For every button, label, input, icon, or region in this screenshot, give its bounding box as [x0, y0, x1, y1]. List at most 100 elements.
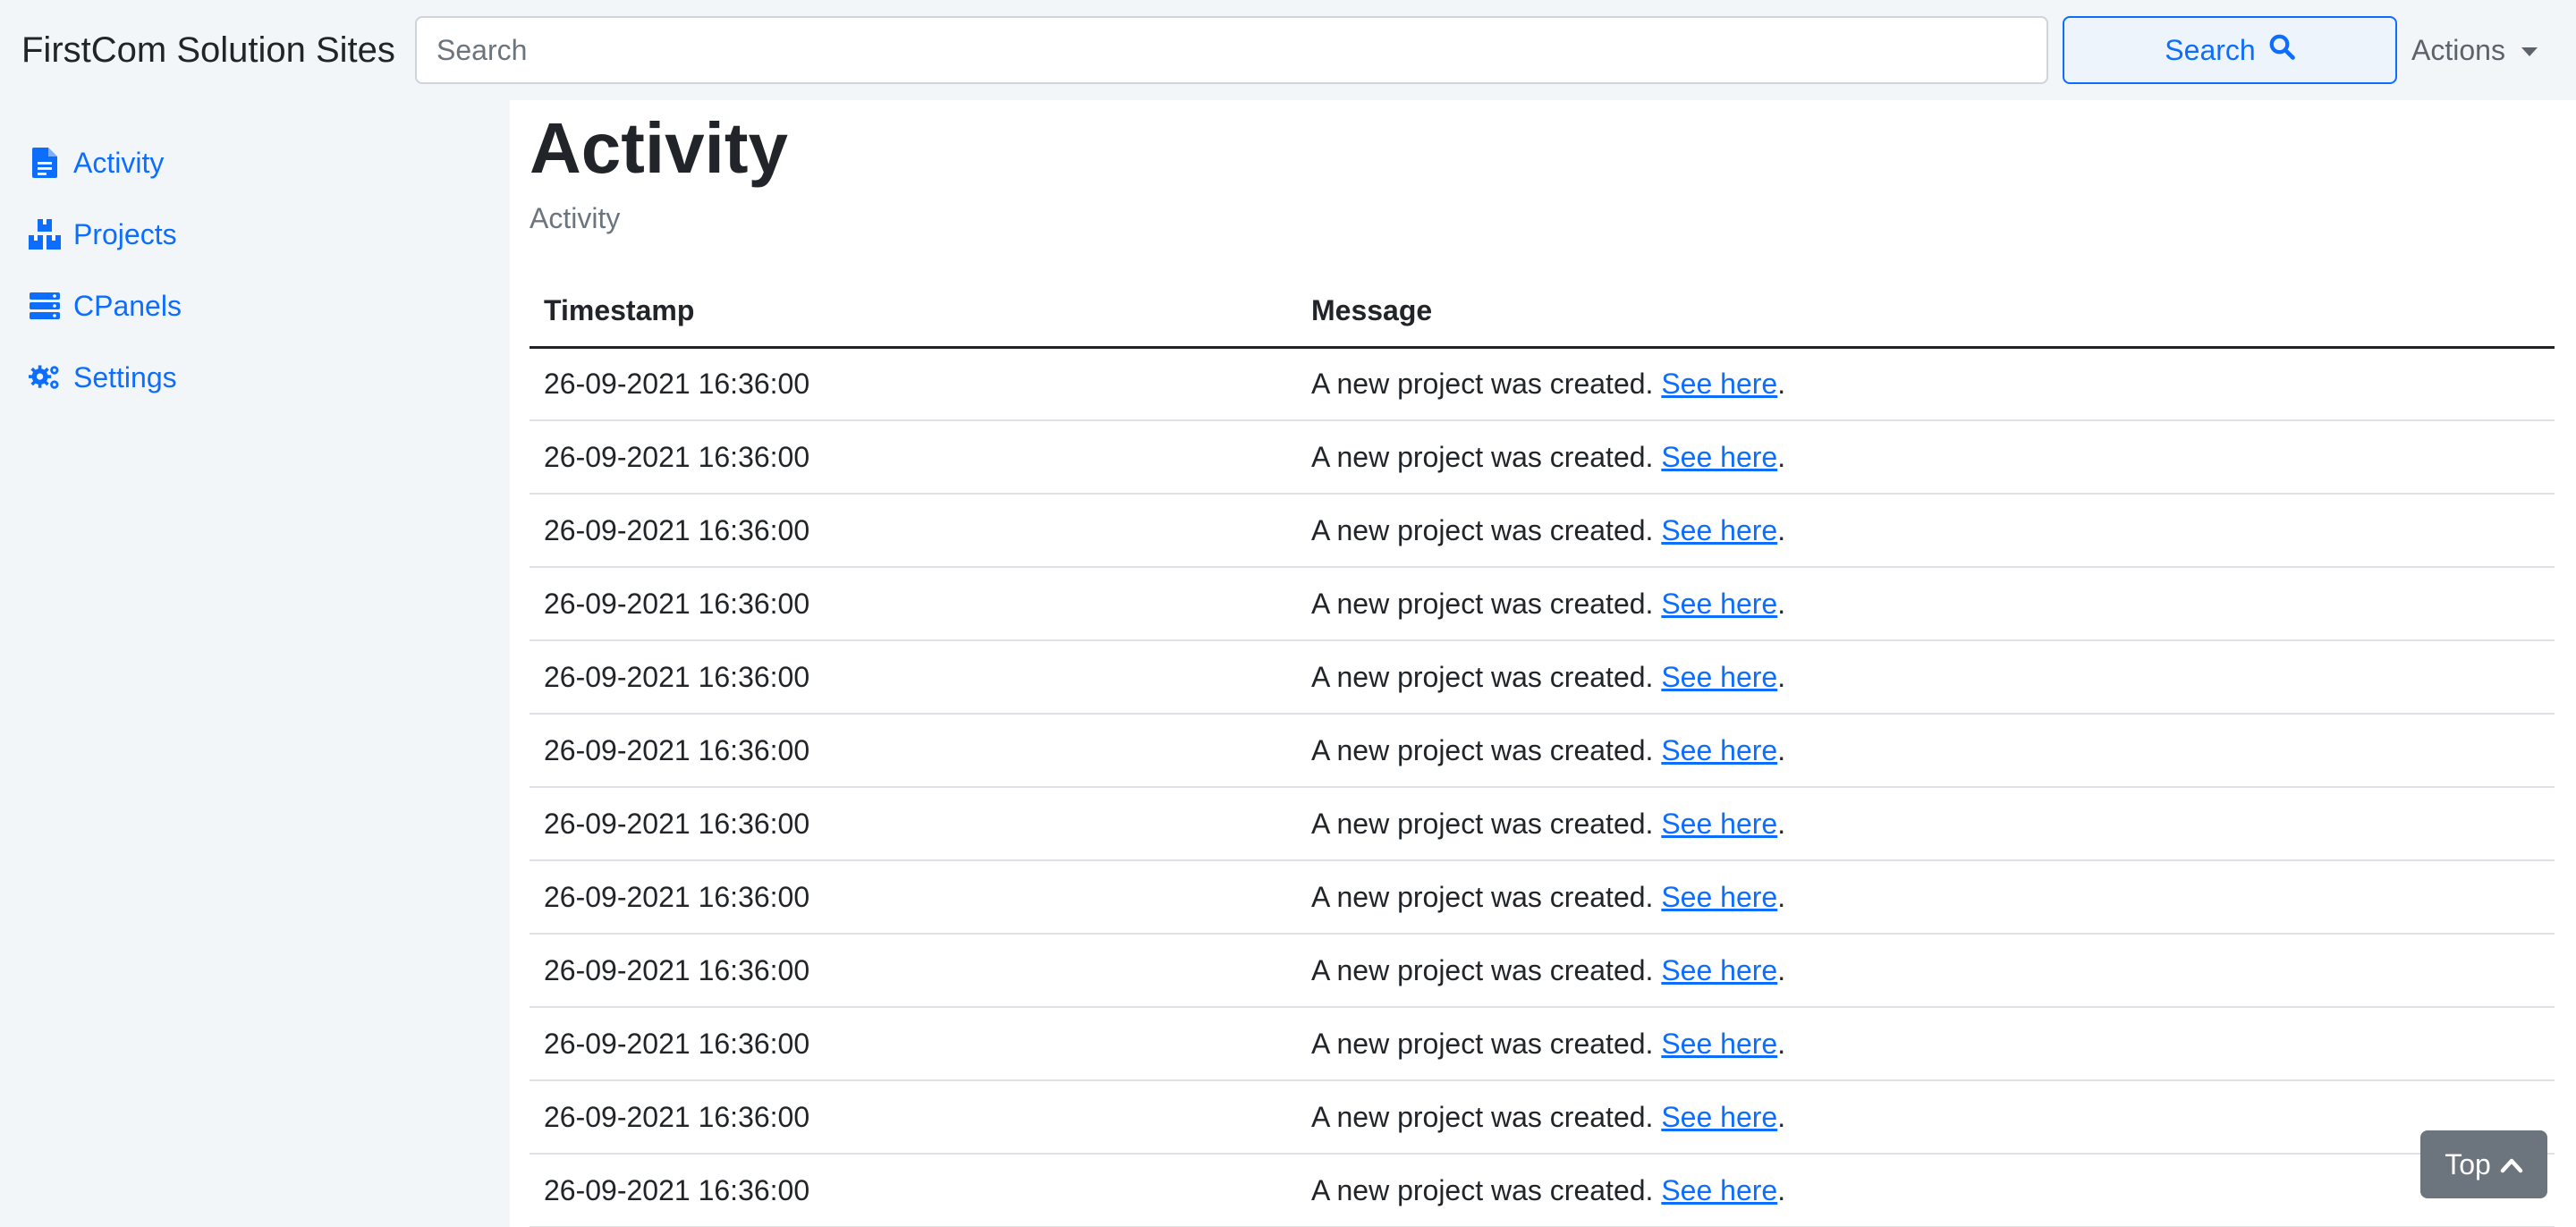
- see-here-link[interactable]: See here: [1661, 1174, 1777, 1206]
- message-cell: A new project was created. See here.: [1297, 934, 2555, 1008]
- message-text: A new project was created.: [1311, 953, 1654, 986]
- timestamp-cell: 26-09-2021 16:36:00: [530, 787, 1297, 861]
- message-suffix: .: [1777, 660, 1786, 693]
- table-row: 26-09-2021 16:36:00 A new project was cre…: [530, 347, 2555, 421]
- message-cell: A new project was created. See here.: [1297, 640, 2555, 715]
- see-here-link[interactable]: See here: [1661, 441, 1777, 473]
- boxes-icon: [29, 218, 61, 250]
- message-text: A new project was created.: [1311, 880, 1654, 913]
- message-cell: A new project was created. See here.: [1297, 1154, 2555, 1227]
- table-row: 26-09-2021 16:36:00 A new project was cre…: [530, 1080, 2555, 1155]
- message-cell: A new project was created. See here.: [1297, 1080, 2555, 1155]
- main-content: Activity Activity Timestamp Message 26-0…: [510, 100, 2576, 1227]
- message-suffix: .: [1777, 953, 1786, 986]
- table-row: 26-09-2021 16:36:00 A new project was cre…: [530, 787, 2555, 861]
- see-here-link[interactable]: See here: [1661, 734, 1777, 766]
- message-cell: A new project was created. See here.: [1297, 860, 2555, 935]
- table-header-row: Timestamp Message: [530, 275, 2555, 349]
- table-row: 26-09-2021 16:36:00 A new project was cre…: [530, 860, 2555, 935]
- message-cell: A new project was created. See here.: [1297, 420, 2555, 495]
- message-suffix: .: [1777, 807, 1786, 840]
- navbar: FirstCom Solution Sites Search Actions: [0, 0, 2576, 100]
- message-suffix: .: [1777, 587, 1786, 620]
- column-header-timestamp: Timestamp: [530, 275, 1297, 349]
- see-here-link[interactable]: See here: [1661, 1101, 1777, 1133]
- sidebar-item-activity[interactable]: Activity: [29, 136, 164, 190]
- sidebar-item-label: CPanels: [73, 289, 182, 322]
- message-text: A new project was created.: [1311, 1173, 1654, 1206]
- message-text: A new project was created.: [1311, 807, 1654, 840]
- gears-icon: [29, 361, 61, 393]
- see-here-link[interactable]: See here: [1661, 368, 1777, 400]
- sidebar-item-cpanels[interactable]: CPanels: [29, 279, 182, 333]
- message-text: A new project was created.: [1311, 513, 1654, 546]
- message-cell: A new project was created. See here.: [1297, 567, 2555, 641]
- sidebar-item-label: Settings: [73, 360, 177, 393]
- message-cell: A new project was created. See here.: [1297, 714, 2555, 788]
- activity-table: Timestamp Message 26-09-2021 16:36:00 A n…: [530, 275, 2555, 1227]
- message-suffix: .: [1777, 880, 1786, 913]
- search-icon: [2268, 33, 2295, 67]
- see-here-link[interactable]: See here: [1661, 808, 1777, 840]
- timestamp-cell: 26-09-2021 16:36:00: [530, 1154, 1297, 1227]
- sidebar-item-settings[interactable]: Settings: [29, 351, 177, 404]
- actions-dropdown[interactable]: Actions: [2411, 27, 2538, 73]
- see-here-link[interactable]: See here: [1661, 661, 1777, 693]
- table-body: 26-09-2021 16:36:00 A new project was cre…: [530, 347, 2555, 1227]
- timestamp-cell: 26-09-2021 16:36:00: [530, 860, 1297, 935]
- timestamp-cell: 26-09-2021 16:36:00: [530, 1007, 1297, 1081]
- table-row: 26-09-2021 16:36:00 A new project was cre…: [530, 714, 2555, 788]
- sidebar-item-projects[interactable]: Projects: [29, 207, 177, 261]
- timestamp-cell: 26-09-2021 16:36:00: [530, 567, 1297, 641]
- brand[interactable]: FirstCom Solution Sites: [21, 27, 395, 73]
- timestamp-cell: 26-09-2021 16:36:00: [530, 494, 1297, 568]
- see-here-link[interactable]: See here: [1661, 954, 1777, 986]
- table-row: 26-09-2021 16:36:00 A new project was cre…: [530, 934, 2555, 1008]
- message-text: A new project was created.: [1311, 440, 1654, 473]
- message-text: A new project was created.: [1311, 367, 1654, 400]
- message-cell: A new project was created. See here.: [1297, 787, 2555, 861]
- timestamp-cell: 26-09-2021 16:36:00: [530, 640, 1297, 715]
- chevron-up-icon: [2500, 1148, 2523, 1181]
- sidebar-item-label: Projects: [73, 217, 177, 250]
- sidebar: Activity Projects CPanels Settings: [0, 100, 508, 1227]
- page-subtitle: Activity: [530, 202, 621, 234]
- message-cell: A new project was created. See here.: [1297, 494, 2555, 568]
- message-text: A new project was created.: [1311, 587, 1654, 620]
- timestamp-cell: 26-09-2021 16:36:00: [530, 420, 1297, 495]
- table-row: 26-09-2021 16:36:00 A new project was cre…: [530, 1154, 2555, 1227]
- message-suffix: .: [1777, 440, 1786, 473]
- table-row: 26-09-2021 16:36:00 A new project was cre…: [530, 640, 2555, 715]
- see-here-link[interactable]: See here: [1661, 881, 1777, 913]
- server-icon: [29, 290, 61, 322]
- message-text: A new project was created.: [1311, 660, 1654, 693]
- message-text: A new project was created.: [1311, 733, 1654, 766]
- chevron-down-icon: [2521, 47, 2538, 56]
- table-row: 26-09-2021 16:36:00 A new project was cre…: [530, 1007, 2555, 1081]
- message-suffix: .: [1777, 367, 1786, 400]
- message-suffix: .: [1777, 1173, 1786, 1206]
- timestamp-cell: 26-09-2021 16:36:00: [530, 1080, 1297, 1155]
- message-suffix: .: [1777, 1027, 1786, 1060]
- search-button-label: Search: [2165, 33, 2256, 66]
- sidebar-item-label: Activity: [73, 146, 165, 179]
- table-row: 26-09-2021 16:36:00 A new project was cre…: [530, 494, 2555, 568]
- see-here-link[interactable]: See here: [1661, 588, 1777, 620]
- back-to-top-button[interactable]: Top: [2420, 1130, 2547, 1198]
- search-button[interactable]: Search: [2063, 16, 2397, 84]
- search-input[interactable]: [415, 16, 2048, 84]
- page-title: Activity: [530, 108, 788, 188]
- message-suffix: .: [1777, 733, 1786, 766]
- column-header-message: Message: [1297, 275, 2555, 349]
- see-here-link[interactable]: See here: [1661, 1028, 1777, 1060]
- timestamp-cell: 26-09-2021 16:36:00: [530, 934, 1297, 1008]
- message-text: A new project was created.: [1311, 1100, 1654, 1133]
- message-cell: A new project was created. See here.: [1297, 1007, 2555, 1081]
- actions-label: Actions: [2411, 33, 2505, 66]
- message-suffix: .: [1777, 1100, 1786, 1133]
- table-row: 26-09-2021 16:36:00 A new project was cre…: [530, 420, 2555, 495]
- table-row: 26-09-2021 16:36:00 A new project was cre…: [530, 567, 2555, 641]
- see-here-link[interactable]: See here: [1661, 514, 1777, 546]
- top-button-label: Top: [2445, 1147, 2491, 1180]
- timestamp-cell: 26-09-2021 16:36:00: [530, 714, 1297, 788]
